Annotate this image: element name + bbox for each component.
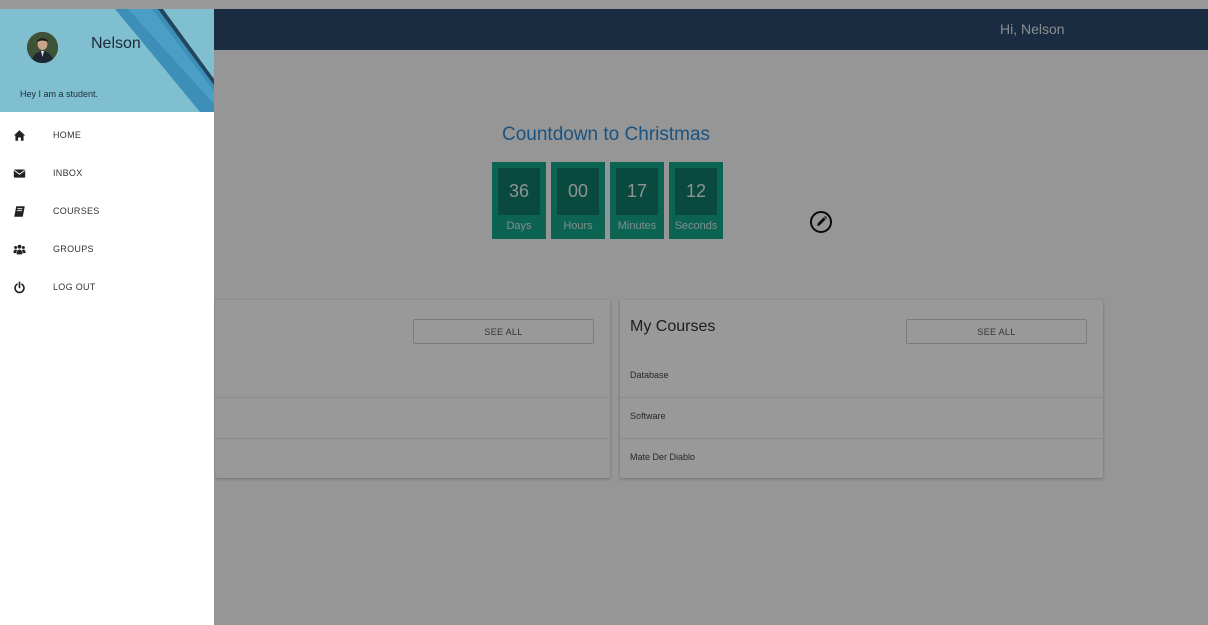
nav-item-label: GROUPS [53,244,94,254]
drawer-profile-header: Nelson Hey I am a student. [0,9,214,112]
side-drawer: Nelson Hey I am a student. HOME INBOX CO… [0,9,214,625]
nav-item-home[interactable]: HOME [0,116,214,154]
nav-item-label: HOME [53,130,82,140]
app-root: Hi, Nelson Countdown to Christmas 36 Day… [0,0,1208,625]
nav-item-groups[interactable]: GROUPS [0,230,214,268]
drawer-username: Nelson [91,35,141,52]
drawer-nav: HOME INBOX COURSES GROUPS LOG OUT [0,116,214,306]
nav-item-label: INBOX [53,168,83,178]
book-icon [0,205,53,218]
avatar[interactable] [27,32,58,63]
users-icon [0,243,53,256]
nav-item-logout[interactable]: LOG OUT [0,268,214,306]
power-icon [0,280,53,294]
envelope-icon [0,167,53,180]
nav-item-inbox[interactable]: INBOX [0,154,214,192]
home-icon [0,129,53,142]
nav-item-courses[interactable]: COURSES [0,192,214,230]
nav-item-label: COURSES [53,206,100,216]
drawer-bio: Hey I am a student. [20,89,99,99]
nav-item-label: LOG OUT [53,282,96,292]
